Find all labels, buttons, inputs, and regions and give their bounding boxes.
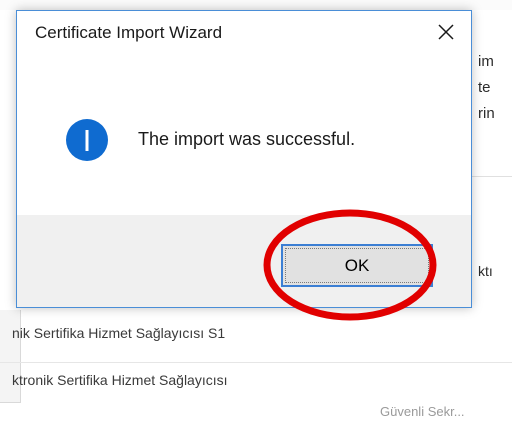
dialog-footer: OK [17, 215, 471, 307]
certificate-import-dialog: Certificate Import Wizard The import was… [16, 10, 472, 308]
background-text-fragment: im [478, 53, 494, 70]
ok-button-label: OK [344, 256, 370, 275]
list-item[interactable]: nik Sertifika Hizmet Sağlayıcısı S1 [0, 316, 512, 350]
list-item-label: nik Sertifika Hizmet Sağlayıcısı S1 [12, 325, 226, 341]
background-text-fragment: te [478, 79, 491, 96]
background-text-fragment: rin [478, 105, 495, 122]
close-button[interactable] [431, 17, 461, 47]
background-text-fragment: ktı [478, 263, 493, 279]
list-item-label: ktronik Sertifika Hizmet Sağlayıcısı [12, 372, 228, 388]
background-divider [470, 176, 512, 177]
close-icon [438, 24, 454, 40]
background-text-fragment: Güvenli Sekr... [380, 404, 465, 419]
ok-button[interactable]: OK [281, 244, 433, 287]
status-message: The import was successful. [138, 129, 356, 149]
background-window-top [0, 0, 512, 10]
info-icon [65, 118, 109, 162]
list-item[interactable]: ktronik Sertifika Hizmet Sağlayıcısı [0, 362, 512, 397]
dialog-title: Certificate Import Wizard [35, 23, 223, 42]
